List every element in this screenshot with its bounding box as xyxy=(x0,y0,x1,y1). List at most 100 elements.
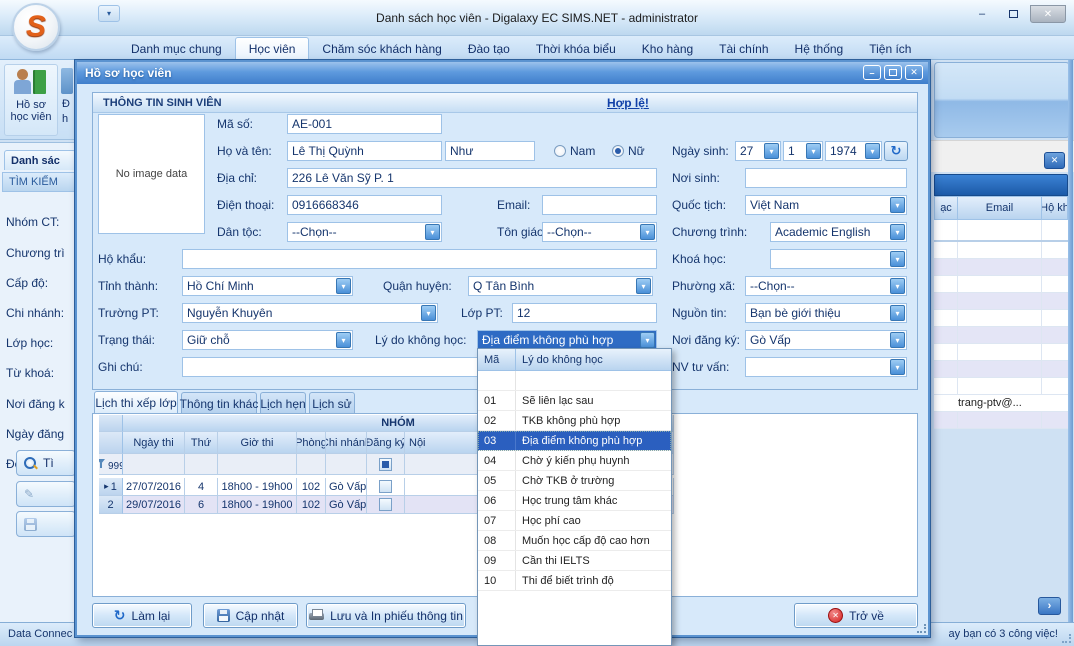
chevron-down-icon[interactable]: ▾ xyxy=(865,143,880,159)
cap-nhat-button[interactable]: Cập nhật xyxy=(203,603,298,628)
dia-chi-input[interactable]: 226 Lê Văn Sỹ P. 1 xyxy=(287,168,657,188)
noi-dang-ky-combo[interactable]: Gò Vấp▾ xyxy=(745,330,907,350)
filter-chi-nhanh[interactable] xyxy=(326,454,367,475)
list-item[interactable]: 08Muốn học cấp độ cao hơn xyxy=(478,531,671,551)
bg-column-ho-khau[interactable]: Hộ kh xyxy=(1042,196,1068,220)
ly-do-combo[interactable]: Địa điểm không phù hợp▾ xyxy=(477,330,657,350)
scroll-right-icon[interactable]: › xyxy=(1038,597,1061,615)
noi-sinh-input[interactable] xyxy=(745,168,907,188)
list-item[interactable]: 07Học phí cao xyxy=(478,511,671,531)
maximize-icon[interactable] xyxy=(999,5,1027,23)
menu-thoi-khoa-bieu[interactable]: Thời khóa biểu xyxy=(523,38,629,59)
chevron-down-icon[interactable]: ▾ xyxy=(890,197,905,213)
list-item-selected[interactable]: 03Địa điểm không phù hợp xyxy=(478,431,671,451)
table-row[interactable] xyxy=(934,344,1068,361)
close-icon[interactable]: ✕ xyxy=(1030,5,1066,23)
chevron-down-icon[interactable]: ▾ xyxy=(890,359,905,375)
nguon-tin-combo[interactable]: Bạn bè giới thiệu▾ xyxy=(745,303,907,323)
label-nam[interactable]: Nam xyxy=(570,144,595,158)
filter-ngay-thi[interactable] xyxy=(123,454,185,475)
checkbox[interactable] xyxy=(379,498,392,511)
filter-gio-thi[interactable] xyxy=(218,454,297,475)
toolbar-button-ho-so-hoc-vien[interactable]: Hồ sơ học viên xyxy=(4,64,58,136)
dialog-close-icon[interactable]: ✕ xyxy=(905,65,923,80)
col-thu[interactable]: Thứ xyxy=(185,432,218,454)
table-row[interactable] xyxy=(934,310,1068,327)
chevron-down-icon[interactable]: ▾ xyxy=(336,332,351,348)
trang-thai-combo[interactable]: Giữ chỗ▾ xyxy=(182,330,353,350)
tinh-thanh-combo[interactable]: Hồ Chí Minh▾ xyxy=(182,276,353,296)
tab-danh-sach[interactable]: Danh sác xyxy=(4,150,76,170)
menu-hoc-vien[interactable]: Học viên xyxy=(235,37,310,59)
menu-danh-muc-chung[interactable]: Danh mục chung xyxy=(118,38,235,59)
edit-button[interactable]: ✎ xyxy=(16,481,76,507)
menu-he-thong[interactable]: Hệ thống xyxy=(782,38,857,59)
menu-tien-ich[interactable]: Tiện ích xyxy=(856,38,924,59)
ma-so-input[interactable]: AE-001 xyxy=(287,114,442,134)
chuong-trinh-combo[interactable]: Academic English▾ xyxy=(770,222,907,242)
email-input[interactable] xyxy=(542,195,657,215)
chevron-down-icon[interactable]: ▾ xyxy=(890,224,905,240)
col-chi-nhanh[interactable]: Chi nhánh xyxy=(326,432,367,454)
minimize-icon[interactable]: – xyxy=(968,5,996,23)
list-item[interactable]: 06Học trung tâm khác xyxy=(478,491,671,511)
col-ngay-thi[interactable]: Ngày thi xyxy=(123,432,185,454)
chevron-down-icon[interactable]: ▾ xyxy=(890,251,905,267)
ho-khau-input[interactable] xyxy=(182,249,657,269)
birth-day-combo[interactable]: 27▾ xyxy=(735,141,781,161)
radio-nu[interactable] xyxy=(612,145,624,157)
toolbar-button-partial[interactable]: Đ h xyxy=(59,64,76,136)
chevron-down-icon[interactable]: ▾ xyxy=(890,305,905,321)
label-nu[interactable]: Nữ xyxy=(628,144,645,158)
dialog-resize-grip[interactable] xyxy=(917,624,926,633)
filter-thu[interactable] xyxy=(185,454,218,475)
dan-toc-combo[interactable]: --Chọn--▾ xyxy=(287,222,442,242)
table-row[interactable] xyxy=(934,327,1068,344)
list-item[interactable]: 09Cần thi IELTS xyxy=(478,551,671,571)
bg-column-lien-lac[interactable]: ạc xyxy=(934,196,958,220)
menu-tai-chinh[interactable]: Tài chính xyxy=(706,38,781,59)
chevron-down-icon[interactable]: ▾ xyxy=(890,332,905,348)
table-row[interactable] xyxy=(934,220,1068,242)
list-item[interactable]: 04Chờ ý kiến phụ huynh xyxy=(478,451,671,471)
col-dang-ky[interactable]: Đăng ký xyxy=(367,432,405,454)
tab-lich-thi-xep-lop[interactable]: Lịch thi xếp lớp xyxy=(94,391,178,413)
table-row[interactable]: trang-ptv@... xyxy=(934,395,1068,412)
radio-nam[interactable] xyxy=(554,145,566,157)
birth-year-combo[interactable]: 1974▾ xyxy=(825,141,882,161)
chevron-down-icon[interactable]: ▾ xyxy=(636,278,651,294)
menu-kho-hang[interactable]: Kho hàng xyxy=(629,38,706,59)
menu-cham-soc-khach-hang[interactable]: Chăm sóc khách hàng xyxy=(309,38,454,59)
save-button[interactable] xyxy=(16,511,76,537)
khoa-hoc-combo[interactable]: ▾ xyxy=(770,249,907,269)
lop-pt-input[interactable]: 12 xyxy=(512,303,657,323)
phuong-xa-combo[interactable]: --Chọn--▾ xyxy=(745,276,907,296)
panel-close-icon[interactable]: ✕ xyxy=(1044,152,1065,169)
col-phong[interactable]: Phòng xyxy=(297,432,326,454)
ten-input[interactable]: Như xyxy=(445,141,535,161)
list-item[interactable]: 05Chờ TKB ở trường xyxy=(478,471,671,491)
quoc-tich-combo[interactable]: Việt Nam▾ xyxy=(745,195,907,215)
list-item[interactable]: 01Sẽ liên lạc sau xyxy=(478,391,671,411)
tab-lich-hen[interactable]: Lịch hẹn xyxy=(260,392,306,414)
chevron-down-icon[interactable]: ▾ xyxy=(764,143,779,159)
quan-huyen-combo[interactable]: Q Tân Bình▾ xyxy=(468,276,653,296)
ton-giao-combo[interactable]: --Chọn--▾ xyxy=(542,222,657,242)
table-row[interactable] xyxy=(934,293,1068,310)
dien-thoai-input[interactable]: 0916668346 xyxy=(287,195,442,215)
nv-tu-van-combo[interactable]: ▾ xyxy=(745,357,907,377)
dialog-titlebar[interactable]: Hồ sơ học viên xyxy=(77,62,928,84)
menu-dao-tao[interactable]: Đào tạo xyxy=(455,38,523,59)
list-item[interactable]: 02TKB không phù hợp xyxy=(478,411,671,431)
chevron-down-icon[interactable]: ▾ xyxy=(640,332,655,348)
table-row[interactable] xyxy=(934,259,1068,276)
col-gio-thi[interactable]: Giờ thi xyxy=(218,432,297,454)
chevron-down-icon[interactable]: ▾ xyxy=(425,224,440,240)
table-row[interactable] xyxy=(934,242,1068,259)
tab-thong-tin-khac[interactable]: Thông tin khác xyxy=(181,392,257,414)
table-row[interactable] xyxy=(934,378,1068,395)
resize-grip[interactable] xyxy=(1062,634,1071,643)
valid-link[interactable]: Hợp lệ! xyxy=(607,96,649,110)
chevron-down-icon[interactable]: ▾ xyxy=(640,224,655,240)
dialog-minimize-icon[interactable]: – xyxy=(863,65,881,80)
